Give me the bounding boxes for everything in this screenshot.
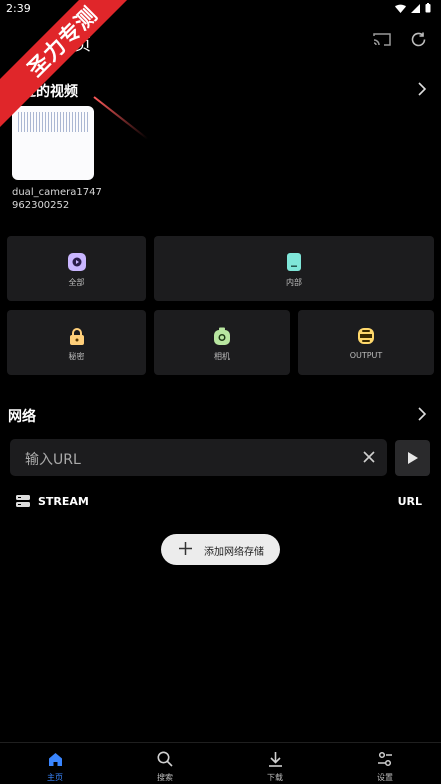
url-placeholder: 输入URL	[25, 452, 81, 468]
nav-download[interactable]: 下载	[245, 747, 305, 783]
tile-output[interactable]: OUTPUT	[298, 310, 434, 375]
download-icon	[265, 749, 285, 769]
add-storage-label: 添加网络存储	[204, 547, 264, 558]
video-name: dual_camera1747962300252	[12, 187, 102, 211]
cast-icon	[373, 32, 391, 46]
tile-internal[interactable]: 内部	[154, 236, 434, 301]
video-thumbnail[interactable]	[12, 106, 94, 180]
tile-label: OUTPUT	[349, 351, 383, 360]
home-icon	[45, 749, 65, 769]
cast-button[interactable]	[371, 28, 393, 50]
watermark-streak	[93, 96, 149, 140]
refresh-icon	[411, 32, 425, 46]
battery-icon	[425, 3, 431, 13]
play-url-button[interactable]	[395, 440, 430, 476]
tile-all[interactable]: 全部	[7, 236, 146, 301]
close-icon[interactable]	[362, 450, 376, 464]
nav-label: 下载	[267, 773, 283, 782]
nav-search[interactable]: 搜索	[135, 747, 195, 783]
nav-label: 设置	[377, 773, 393, 782]
tile-label: 全部	[68, 278, 85, 287]
chevron-right-icon[interactable]	[417, 81, 427, 97]
tile-label: 相机	[214, 352, 230, 361]
url-input[interactable]: 输入URL	[10, 439, 387, 476]
tile-camera[interactable]: 相机	[154, 310, 290, 375]
camera-icon	[213, 327, 231, 345]
tile-label: 内部	[286, 278, 302, 287]
recent-videos-header[interactable]: 最近的视频	[0, 78, 441, 102]
settings-icon	[375, 749, 395, 769]
plus-icon	[179, 542, 192, 555]
server-icon	[16, 495, 30, 507]
nav-settings[interactable]: 设置	[355, 747, 415, 783]
status-time: 2:39	[6, 2, 31, 15]
nav-label: 搜索	[157, 773, 173, 782]
stream-row[interactable]: STREAM URL	[0, 492, 441, 510]
network-header[interactable]: 网络	[0, 403, 441, 427]
lock-icon	[68, 327, 86, 345]
chevron-right-icon[interactable]	[417, 406, 427, 422]
phone-icon	[287, 253, 301, 271]
signal-icon	[411, 3, 420, 13]
network-label: 网络	[8, 409, 36, 425]
thumbnail-content	[18, 112, 88, 132]
add-network-storage-button[interactable]: 添加网络存储	[161, 534, 280, 565]
stream-label: STREAM	[38, 495, 89, 508]
nav-home[interactable]: 主页	[25, 747, 85, 783]
bottom-nav: 主页 搜索 下载 设置	[0, 742, 441, 784]
play-icon	[67, 253, 86, 271]
refresh-button[interactable]	[407, 28, 429, 50]
system-icons	[395, 3, 431, 13]
nav-label: 主页	[47, 773, 63, 782]
play-icon	[407, 452, 418, 464]
search-icon	[155, 749, 175, 769]
tile-label: 秘密	[68, 352, 85, 361]
wifi-icon	[395, 4, 406, 13]
url-label[interactable]: URL	[398, 495, 422, 508]
tile-secret[interactable]: 秘密	[7, 310, 146, 375]
folder-icon	[357, 327, 375, 345]
